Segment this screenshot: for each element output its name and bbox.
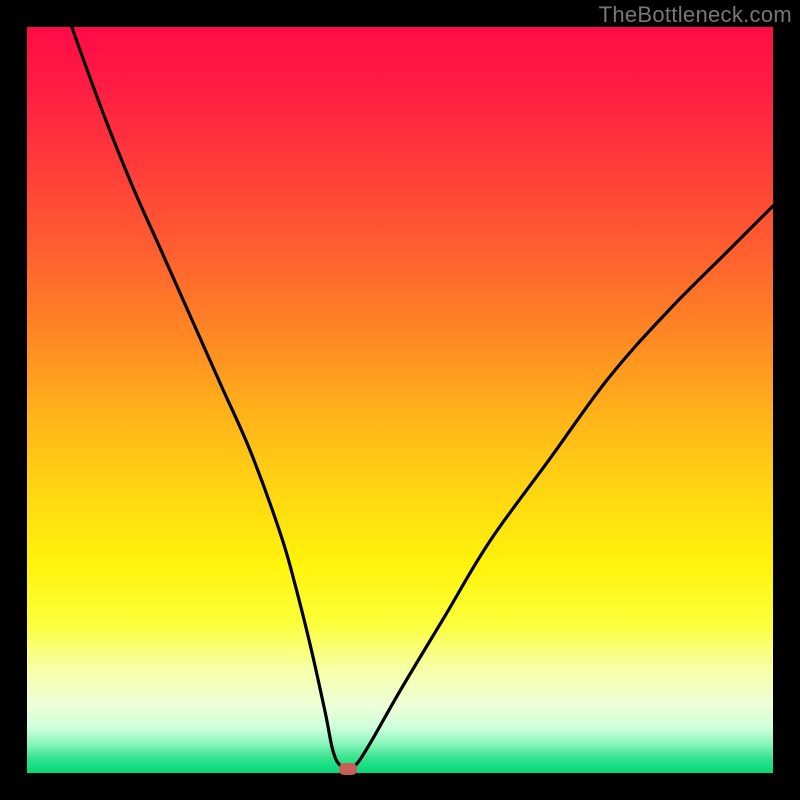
watermark-text: TheBottleneck.com: [599, 2, 792, 28]
bottleneck-curve-path: [72, 27, 773, 767]
optimum-marker: [339, 763, 357, 775]
curve-svg: [27, 27, 773, 773]
chart-frame: TheBottleneck.com: [0, 0, 800, 800]
chart-plot-area: [27, 27, 773, 773]
